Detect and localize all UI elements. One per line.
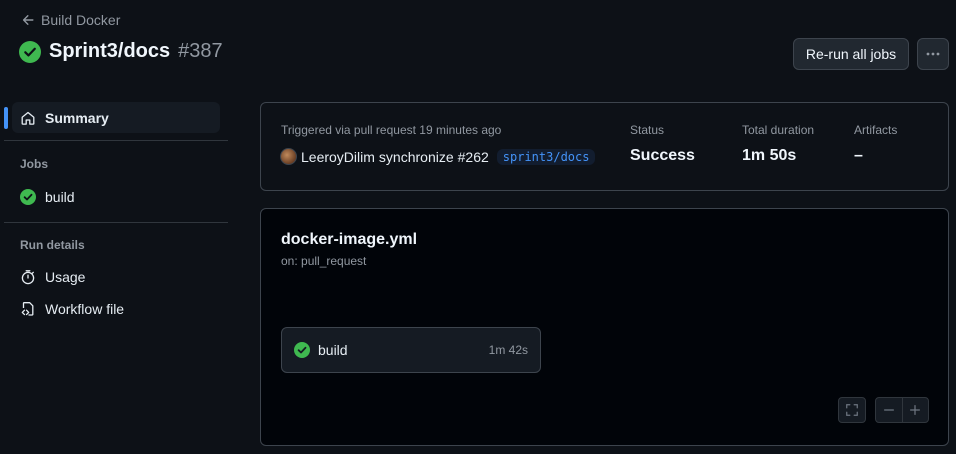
arrow-left-icon — [22, 15, 34, 25]
job-duration: 1m 42s — [488, 343, 528, 357]
run-title: Sprint3/docs #387 — [19, 40, 223, 63]
rerun-all-jobs-button[interactable]: Re-run all jobs — [793, 38, 909, 70]
workflow-trigger: on: pull_request — [281, 254, 367, 268]
run-name: Sprint3/docs — [49, 40, 171, 62]
back-link[interactable]: Build Docker — [21, 12, 120, 28]
duration-value: 1m 50s — [742, 147, 797, 164]
sidebar-item-label: Usage — [45, 268, 86, 285]
sidebar-divider — [4, 140, 228, 141]
event-text: synchronize — [378, 148, 454, 165]
sidebar-divider — [4, 222, 228, 223]
zoom-controls — [875, 397, 929, 423]
artifacts-stat: Artifacts – — [854, 123, 897, 165]
minus-icon — [883, 409, 894, 411]
status-value: Success — [630, 147, 695, 164]
duration-stat: Total duration 1m 50s — [742, 123, 814, 165]
sidebar-item-summary[interactable]: Summary — [4, 102, 220, 133]
pr-link[interactable]: #262 — [458, 149, 489, 165]
sidebar-item-build-job[interactable]: build — [12, 181, 220, 212]
status-label: Status — [630, 123, 665, 137]
workflow-file-name: docker-image.yml — [281, 231, 418, 248]
artifacts-label: Artifacts — [854, 123, 898, 137]
workflow-run-page: Build Docker Sprint3/docs #387 Re-run al… — [0, 0, 956, 454]
back-link-label: Build Docker — [41, 12, 121, 28]
success-check-icon — [19, 40, 41, 63]
workflow-graph-card: docker-image.yml on: pull_request build … — [260, 208, 949, 446]
job-name: build — [318, 342, 348, 358]
zoom-in-button[interactable] — [902, 398, 928, 422]
job-node-build[interactable]: build 1m 42s — [281, 327, 541, 373]
duration-label: Total duration — [742, 123, 815, 137]
sidebar-item-label: build — [45, 188, 75, 205]
branch-label[interactable]: sprint3/docs — [496, 148, 596, 165]
zoom-out-button[interactable] — [876, 398, 902, 422]
kebab-horizontal-icon — [926, 52, 940, 56]
sidebar-item-label: Summary — [45, 109, 109, 126]
more-options-button[interactable] — [917, 38, 949, 70]
fullscreen-icon — [846, 404, 858, 416]
run-summary-card: Triggered via pull request 19 minutes ag… — [260, 102, 949, 191]
fullscreen-button[interactable] — [838, 397, 866, 423]
run-number: #387 — [178, 40, 223, 62]
home-icon — [21, 111, 35, 125]
stopwatch-icon — [21, 269, 35, 284]
sidebar-item-workflow-file[interactable]: Workflow file — [12, 293, 220, 324]
avatar[interactable] — [280, 148, 297, 165]
trigger-details: LeeroyDilim synchronize #262 sprint3/doc… — [280, 148, 596, 165]
trigger-text: Triggered via pull request 19 minutes ag… — [281, 123, 502, 137]
artifacts-value: – — [854, 147, 863, 164]
success-check-icon — [20, 188, 36, 205]
success-check-icon — [294, 342, 310, 358]
jobs-heading: Jobs — [20, 157, 49, 171]
file-code-icon — [21, 301, 34, 316]
sidebar-item-label: Workflow file — [45, 300, 125, 317]
actor-link[interactable]: LeeroyDilim — [301, 149, 375, 165]
sidebar-item-usage[interactable]: Usage — [12, 261, 220, 292]
plus-icon — [910, 405, 921, 415]
status-stat: Status Success — [630, 123, 695, 165]
run-details-heading: Run details — [20, 238, 85, 252]
